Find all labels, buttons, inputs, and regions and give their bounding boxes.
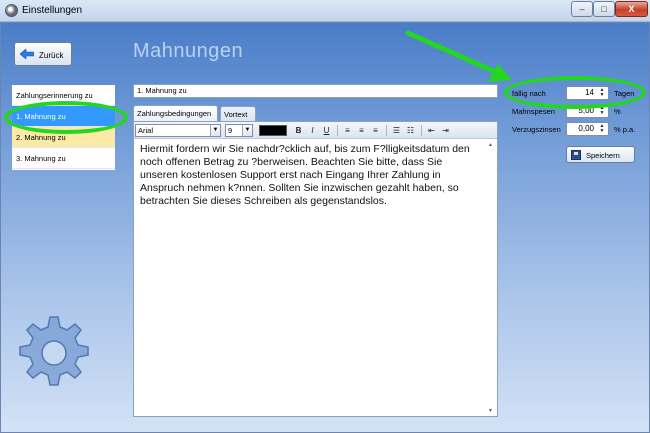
font-size-value: 9 bbox=[228, 126, 233, 135]
chevron-down-icon: ▼ bbox=[242, 125, 252, 136]
align-left-icon[interactable]: ≡ bbox=[341, 124, 354, 137]
chevron-down-icon: ▼ bbox=[210, 125, 220, 136]
outdent-icon[interactable]: ⇤ bbox=[425, 124, 438, 137]
formatting-toolbar: Arial ▼ 9 ▼ B I U ≡ ≡ ≡ ☰ ☷ ⇤ ⇥ bbox=[134, 122, 497, 139]
editor-scrollbar[interactable]: ▲ ▼ bbox=[485, 140, 496, 416]
back-button[interactable]: Zurück bbox=[14, 42, 72, 66]
toolbar-divider bbox=[386, 125, 387, 136]
tab-intro-text[interactable]: Vortext bbox=[220, 106, 256, 122]
font-family-value: Arial bbox=[138, 126, 154, 135]
fees-label: Mahnspesen bbox=[512, 107, 555, 116]
save-button-label: Speichern bbox=[586, 151, 620, 160]
interest-label: Verzugszinsen bbox=[512, 125, 561, 134]
toolbar-divider bbox=[421, 125, 422, 136]
align-center-icon[interactable]: ≡ bbox=[355, 124, 368, 137]
window-title: Einstellungen bbox=[22, 5, 83, 16]
sidebar-item-third-reminder[interactable]: 3. Mahnung zu bbox=[12, 148, 115, 169]
scroll-up-icon[interactable]: ▲ bbox=[485, 140, 496, 150]
bullet-list-icon[interactable]: ☰ bbox=[390, 124, 403, 137]
toolbar-divider bbox=[337, 125, 338, 136]
text-color-picker[interactable] bbox=[259, 125, 287, 136]
floppy-disk-icon bbox=[571, 150, 581, 160]
page-title: Mahnungen bbox=[133, 40, 244, 62]
interest-unit: % p.a. bbox=[614, 125, 636, 134]
scroll-down-icon[interactable]: ▼ bbox=[485, 406, 496, 416]
font-size-select[interactable]: 9 ▼ bbox=[225, 124, 253, 137]
close-button[interactable]: X bbox=[615, 1, 648, 17]
italic-button[interactable]: I bbox=[306, 124, 319, 137]
indent-icon[interactable]: ⇥ bbox=[439, 124, 452, 137]
font-family-select[interactable]: Arial ▼ bbox=[135, 124, 221, 137]
tab-payment-terms[interactable]: Zahlungsbedingungen bbox=[133, 105, 218, 122]
settings-app-icon bbox=[5, 4, 18, 17]
annotation-ellipse-due bbox=[504, 76, 646, 109]
maximize-button[interactable]: □ bbox=[593, 1, 615, 17]
bold-button[interactable]: B bbox=[292, 124, 305, 137]
gear-icon bbox=[19, 316, 89, 386]
arrow-left-icon bbox=[20, 49, 34, 59]
rich-text-editor[interactable]: Arial ▼ 9 ▼ B I U ≡ ≡ ≡ ☰ ☷ ⇤ ⇥ Hiermit … bbox=[133, 121, 498, 417]
save-button[interactable]: Speichern bbox=[566, 146, 635, 163]
reminder-subject-input[interactable]: 1. Mahnung zu bbox=[133, 84, 498, 98]
annotation-ellipse-sidebar bbox=[4, 101, 128, 134]
interest-value: 0,00 bbox=[578, 124, 594, 133]
back-button-label: Zurück bbox=[39, 51, 64, 60]
underline-button[interactable]: U bbox=[320, 124, 333, 137]
align-right-icon[interactable]: ≡ bbox=[369, 124, 382, 137]
minimize-button[interactable]: – bbox=[571, 1, 593, 17]
spinner-arrows-icon[interactable]: ▲ ▼ bbox=[597, 124, 607, 134]
fees-unit: % bbox=[614, 107, 621, 116]
reminder-body-text[interactable]: Hiermit fordern wir Sie nachdr?cklich au… bbox=[140, 143, 482, 208]
title-bar: Einstellungen – □ X bbox=[0, 0, 650, 22]
numbered-list-icon[interactable]: ☷ bbox=[404, 124, 417, 137]
interest-spinner[interactable]: 0,00 ▲ ▼ bbox=[566, 122, 609, 136]
